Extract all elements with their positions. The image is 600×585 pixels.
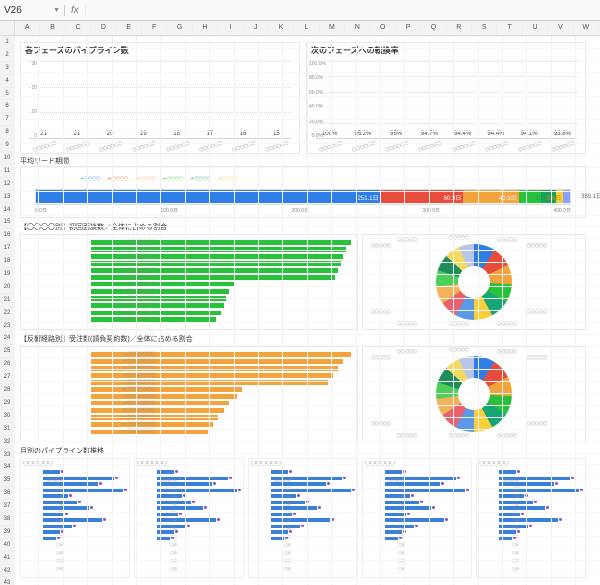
hbar-row: 11 〇〇〇〇〇〇〇 xyxy=(91,421,351,427)
chevron-down-icon[interactable]: ▼ xyxy=(53,7,60,14)
section-title-lead-time: 平均リード期間 xyxy=(20,156,69,166)
row-header[interactable]: 32 xyxy=(0,436,14,449)
col-header[interactable]: O xyxy=(370,21,395,35)
row-header[interactable]: 36 xyxy=(0,487,14,500)
col-header[interactable]: P xyxy=(396,21,421,35)
chart-first-meeting-donut: 〇〇〇〇〇〇〇〇〇〇〇〇〇〇〇〇〇〇〇〇〇〇〇〇〇〇〇〇〇〇〇〇〇〇〇〇〇〇〇〇… xyxy=(362,234,586,330)
row-header[interactable]: 34 xyxy=(0,461,14,474)
row-header[interactable]: 10 xyxy=(0,152,14,165)
col-header[interactable]: T xyxy=(497,21,522,35)
row-header[interactable]: 13 xyxy=(0,191,14,204)
col-header[interactable]: C xyxy=(66,21,91,35)
col-header[interactable]: G xyxy=(167,21,192,35)
row-header[interactable]: 17 xyxy=(0,242,14,255)
section-title-orders: 【反響経路別】受注数(請負契約数)／全体に占める割合 xyxy=(20,334,193,344)
row-header[interactable]: 16 xyxy=(0,229,14,242)
row-header[interactable]: 20 xyxy=(0,281,14,294)
hbar-row: 5 〇〇〇〇〇〇〇 xyxy=(91,267,351,273)
col-header[interactable]: D xyxy=(91,21,116,35)
name-box[interactable]: V26 ▼ xyxy=(0,5,65,16)
row-header[interactable]: 37 xyxy=(0,500,14,513)
row-header[interactable]: 1 xyxy=(0,36,14,49)
col-header[interactable]: Q xyxy=(421,21,446,35)
col-header[interactable]: W xyxy=(574,21,599,35)
row-header[interactable]: 8 xyxy=(0,126,14,139)
hbar-row: 10 〇〇〇〇〇〇〇 xyxy=(91,302,351,308)
row-header[interactable]: 6 xyxy=(0,100,14,113)
column-headers: ABCDEFGHIJKLMNOPQRSTUVW xyxy=(0,21,600,36)
row-header[interactable]: 40 xyxy=(0,539,14,552)
row-header[interactable]: 29 xyxy=(0,397,14,410)
hbar-row: 3 〇〇〇〇〇〇〇 xyxy=(91,253,351,259)
row-header[interactable]: 15 xyxy=(0,216,14,229)
hbar-row: 8 〇〇〇〇〇〇〇 xyxy=(91,288,351,294)
row-header[interactable]: 3 xyxy=(0,62,14,75)
row-header[interactable]: 23 xyxy=(0,320,14,333)
fx-icon[interactable]: fx xyxy=(65,5,86,16)
hbar-row: 1 〇〇〇〇〇〇〇 xyxy=(91,239,351,245)
chart-title: 次のフェーズへの転換率 xyxy=(307,43,585,58)
chart-orders-donut: 〇〇〇〇〇〇〇〇〇〇〇〇〇〇〇〇〇〇〇〇〇〇〇〇〇〇〇〇〇〇〇〇〇〇〇〇〇〇〇〇… xyxy=(362,346,586,442)
row-headers: 1234567891011121314151617181920212223242… xyxy=(0,36,15,585)
col-header[interactable]: S xyxy=(472,21,497,35)
col-header[interactable]: R xyxy=(447,21,472,35)
hbar-row: 6 〇〇〇〇〇〇〇 xyxy=(91,386,351,392)
row-header[interactable]: 33 xyxy=(0,449,14,462)
row-header[interactable]: 38 xyxy=(0,513,14,526)
hbar-row: 9 〇〇〇〇〇〇〇 xyxy=(91,407,351,413)
row-header[interactable]: 9 xyxy=(0,139,14,152)
hbar-row: 4 〇〇〇〇〇〇〇 xyxy=(91,372,351,378)
chart-conversion-rate: 次のフェーズへの転換率 100.0%80.0%60.0%40.0%20.0%0.… xyxy=(306,42,586,154)
row-header[interactable]: 42 xyxy=(0,565,14,578)
row-header[interactable]: 35 xyxy=(0,474,14,487)
row-header[interactable]: 28 xyxy=(0,384,14,397)
col-header[interactable]: N xyxy=(345,21,370,35)
col-header[interactable]: U xyxy=(523,21,548,35)
formula-bar: V26 ▼ fx xyxy=(0,0,600,21)
row-header[interactable]: 21 xyxy=(0,294,14,307)
row-header[interactable]: 41 xyxy=(0,552,14,565)
col-header[interactable]: M xyxy=(320,21,345,35)
col-header[interactable]: V xyxy=(548,21,573,35)
cell-reference: V26 xyxy=(4,5,22,16)
col-header[interactable]: F xyxy=(142,21,167,35)
col-header[interactable]: I xyxy=(218,21,243,35)
row-header[interactable]: 22 xyxy=(0,307,14,320)
row-header[interactable]: 27 xyxy=(0,371,14,384)
hbar-row: 2 〇〇〇〇〇〇〇 xyxy=(91,358,351,364)
row-header[interactable]: 12 xyxy=(0,178,14,191)
row-header[interactable]: 19 xyxy=(0,268,14,281)
worksheet[interactable]: 1234567891011121314151617181920212223242… xyxy=(0,36,600,585)
row-header[interactable]: 18 xyxy=(0,255,14,268)
row-header[interactable]: 31 xyxy=(0,423,14,436)
row-header[interactable]: 25 xyxy=(0,345,14,358)
col-header[interactable]: H xyxy=(193,21,218,35)
col-header[interactable]: E xyxy=(117,21,142,35)
row-header[interactable]: 14 xyxy=(0,204,14,217)
row-header[interactable]: 43 xyxy=(0,577,14,585)
row-header[interactable]: 39 xyxy=(0,526,14,539)
row-header[interactable]: 26 xyxy=(0,358,14,371)
row-header[interactable]: 7 xyxy=(0,113,14,126)
col-header[interactable]: B xyxy=(40,21,65,35)
row-header[interactable]: 30 xyxy=(0,410,14,423)
row-header[interactable]: 5 xyxy=(0,88,14,101)
row-header[interactable]: 4 xyxy=(0,75,14,88)
col-header[interactable]: K xyxy=(269,21,294,35)
hbar-row: 1 〇〇〇〇〇〇〇 xyxy=(91,351,351,357)
col-header[interactable]: J xyxy=(244,21,269,35)
row-header[interactable]: 11 xyxy=(0,165,14,178)
sheet-canvas: 各フェーズのパイプライン数 3020100 21〇〇〇〇〇〇21〇〇〇〇〇〇20… xyxy=(14,36,600,585)
col-header[interactable]: L xyxy=(294,21,319,35)
col-header[interactable]: A xyxy=(15,21,40,35)
row-header[interactable]: 2 xyxy=(0,49,14,62)
row-header[interactable]: 24 xyxy=(0,332,14,345)
